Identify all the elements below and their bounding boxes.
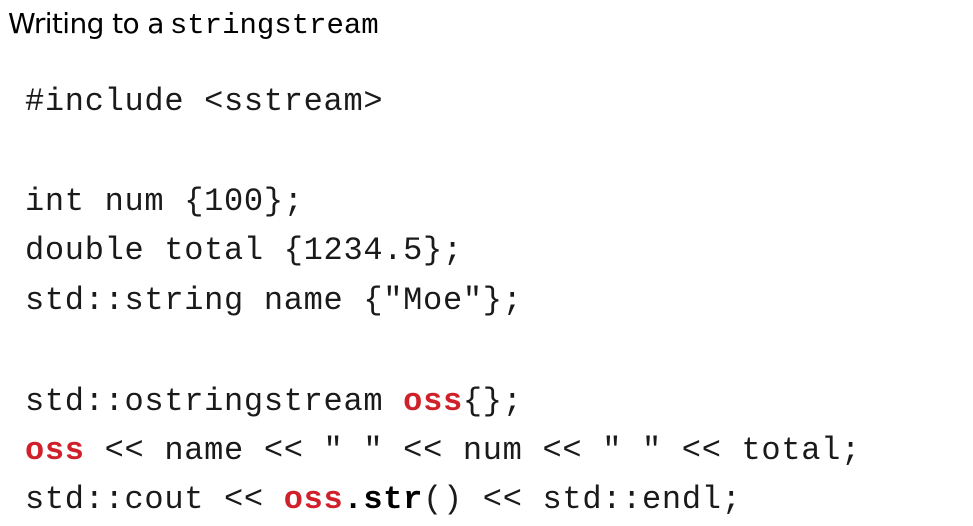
- code-line-num: int num {100};: [25, 182, 304, 222]
- num-declaration: int num {100};: [25, 183, 304, 220]
- oss-identifier: oss: [283, 481, 344, 518]
- title-text: Writing to a: [8, 7, 164, 40]
- slide-title: Writing to a stringstream: [8, 2, 379, 46]
- slide: Writing to a stringstream #include <sstre…: [0, 0, 973, 526]
- oss-type: std::ostringstream: [25, 383, 404, 420]
- include-directive: #include <sstream>: [25, 83, 384, 120]
- oss-init: {};: [462, 383, 523, 420]
- code-line-insert: oss << name << " " << num << " " << tota…: [25, 431, 861, 471]
- cout-suffix: () << std::endl;: [423, 481, 742, 518]
- oss-identifier: oss: [25, 432, 85, 469]
- code-line-include: #include <sstream>: [25, 82, 383, 122]
- title-code: stringstream: [169, 9, 379, 42]
- oss-identifier: oss: [403, 383, 463, 420]
- code-line-cout: std::cout << oss.str() << std::endl;: [25, 480, 742, 520]
- str-method: str: [363, 481, 424, 518]
- member-dot: .: [343, 481, 364, 518]
- code-line-name: std::string name {"Moe"};: [25, 281, 523, 321]
- name-declaration: std::string name {"Moe"};: [25, 282, 523, 319]
- total-declaration: double total {1234.5};: [25, 232, 463, 269]
- code-line-oss-decl: std::ostringstream oss{};: [25, 382, 523, 422]
- cout-prefix: std::cout <<: [25, 481, 284, 518]
- code-line-total: double total {1234.5};: [25, 231, 463, 271]
- insert-chain: << name << " " << num << " " << total;: [84, 432, 861, 469]
